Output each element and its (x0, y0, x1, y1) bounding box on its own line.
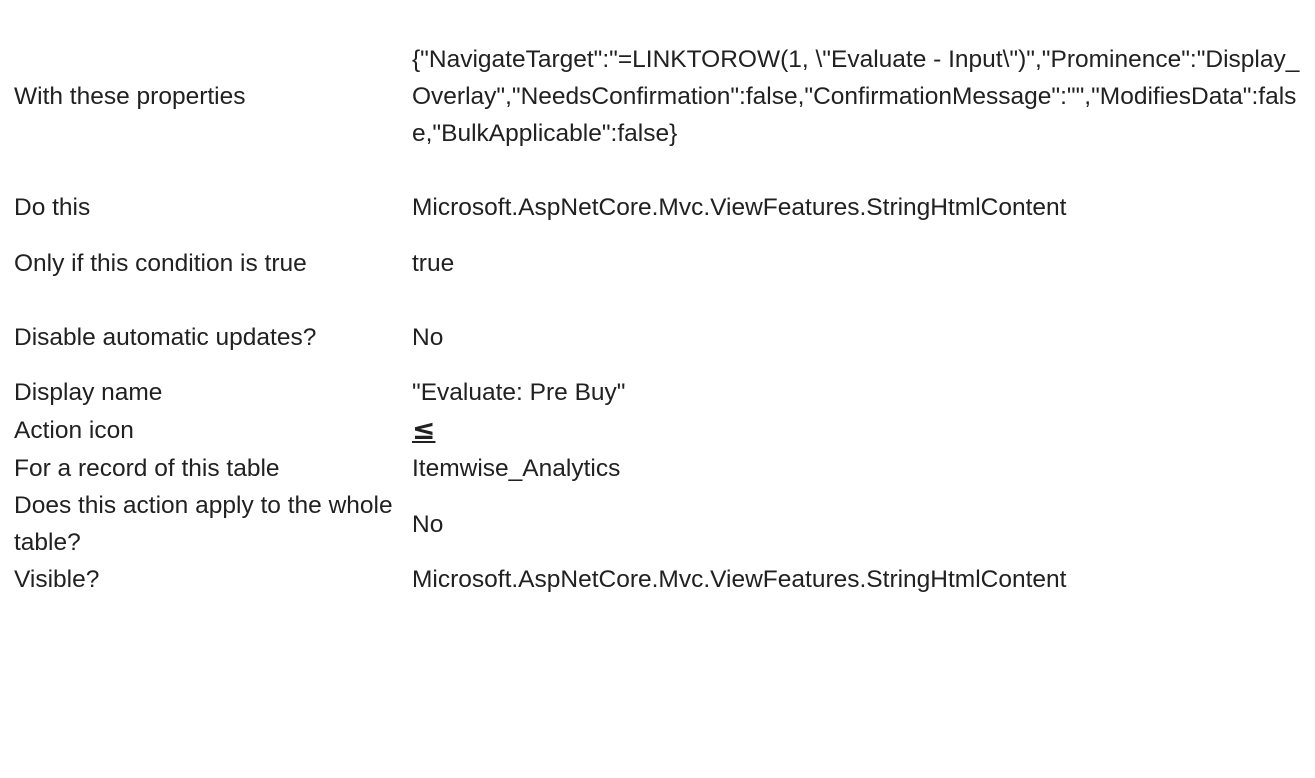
property-value: "Evaluate: Pre Buy" (412, 379, 626, 406)
property-label: Display name (14, 379, 163, 406)
property-row-display-name: Display name "Evaluate: Pre Buy" (14, 374, 1310, 411)
property-value: Microsoft.AspNetCore.Mvc.ViewFeatures.St… (412, 194, 1067, 221)
property-row-disable-updates: Disable automatic updates? No (14, 300, 1310, 374)
property-label: Disable automatic updates? (14, 323, 317, 351)
property-value: {"NavigateTarget":"=LINKTOROW(1, \"Evalu… (412, 46, 1300, 147)
property-row-record-table: For a record of this table Itemwise_Anal… (14, 450, 1310, 487)
property-row-whole-table: Does this action apply to the whole tabl… (14, 487, 1310, 561)
property-row-do-this: Do this Microsoft.AspNetCore.Mvc.ViewFea… (14, 189, 1310, 226)
action-properties-table: With these properties {"NavigateTarget":… (14, 4, 1310, 598)
property-value: No (412, 323, 444, 351)
property-label: Only if this condition is true (14, 249, 307, 277)
property-label: Visible? (14, 566, 100, 593)
property-row-visible: Visible? Microsoft.AspNetCore.Mvc.ViewFe… (14, 561, 1310, 598)
property-value: Microsoft.AspNetCore.Mvc.ViewFeatures.St… (412, 566, 1067, 593)
property-label: Does this action apply to the whole tabl… (14, 492, 393, 556)
property-value: ≤ (412, 411, 1310, 450)
property-value: true (412, 249, 455, 277)
property-value: No (412, 510, 444, 538)
less-than-or-equal-icon: ≤ (412, 413, 436, 446)
property-value: Itemwise_Analytics (412, 455, 621, 482)
property-row-condition: Only if this condition is true true (14, 226, 1310, 300)
property-row-action-icon: Action icon ≤ (14, 411, 1310, 450)
property-label: Do this (14, 194, 91, 221)
property-row-with-these-properties: With these properties {"NavigateTarget":… (14, 4, 1310, 189)
property-label: For a record of this table (14, 455, 280, 482)
property-label: Action icon (14, 417, 134, 444)
property-label: With these properties (14, 83, 246, 110)
